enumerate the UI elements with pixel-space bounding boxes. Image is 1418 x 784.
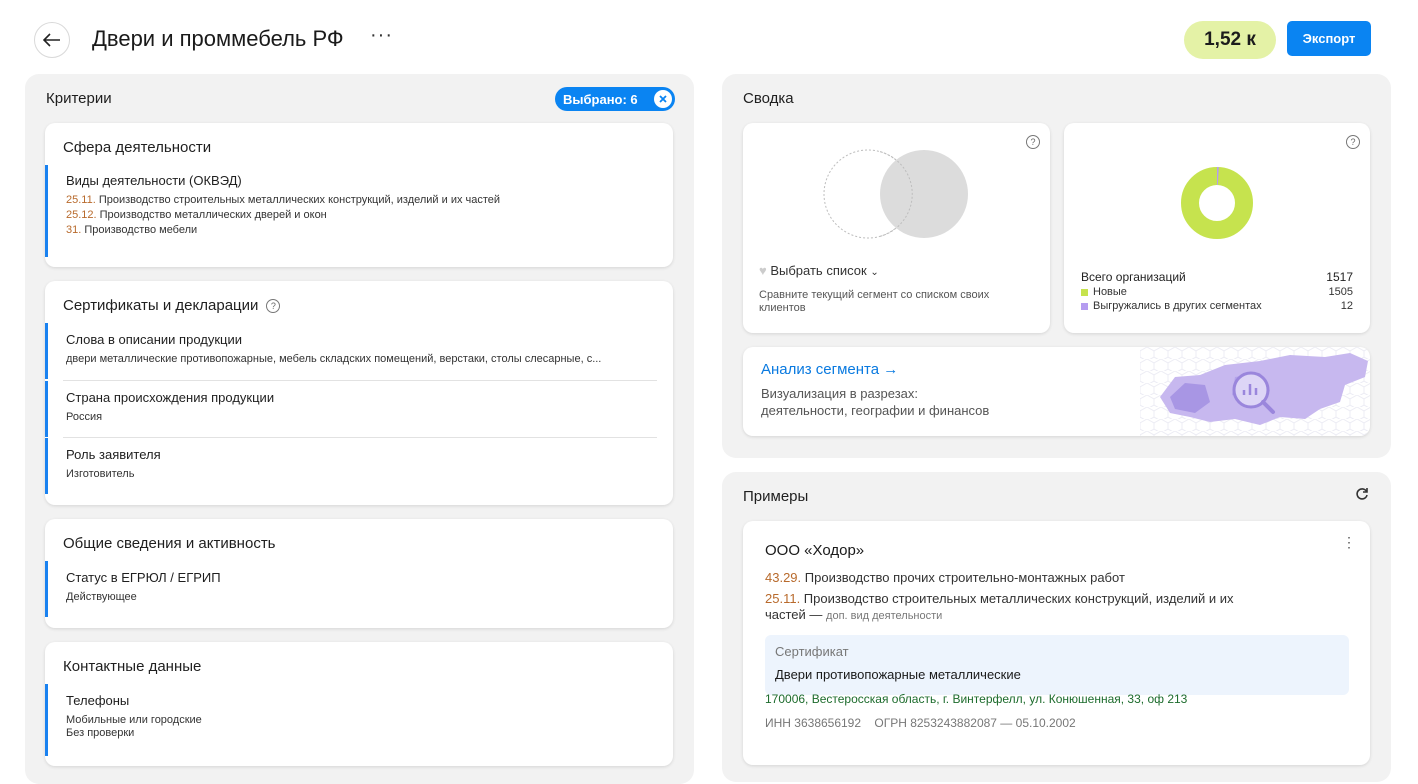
criteria-item-product-words[interactable]: Слова в описании продукции двери металли… <box>45 323 657 379</box>
legend-dot <box>1081 288 1088 296</box>
criteria-item-value: Россия <box>66 411 103 423</box>
venn-diagram-icon <box>823 149 968 239</box>
clear-selection-button[interactable] <box>654 90 672 108</box>
back-button[interactable] <box>34 22 70 58</box>
organizations-card: ? Всего организаций 1517 Новые 1505 Выгр… <box>1064 123 1370 333</box>
page-header: Двери и проммебель РФ ··· 1,52 к Экспорт <box>0 0 1418 74</box>
section-title: Общие сведения и активность <box>63 535 276 552</box>
criteria-item-status[interactable]: Статус в ЕГРЮЛ / ЕГРИП Действующее <box>45 561 657 617</box>
compare-card: ? ♥ Выбрать список ⌄ Сравните текущий се… <box>743 123 1050 333</box>
criteria-item-value: Изготовитель <box>66 468 135 480</box>
total-row: Всего организаций 1517 <box>1081 270 1353 284</box>
segment-analysis-card[interactable]: Анализ сегмента → Визуализация в разреза… <box>743 347 1370 436</box>
new-row: Новые 1505 <box>1081 286 1353 298</box>
legend-dot <box>1081 302 1088 310</box>
criteria-title: Критерии <box>46 90 112 107</box>
criteria-item-name: Страна происхождения продукции <box>66 390 275 405</box>
okved-line: 25.11. Производство строительных металли… <box>66 194 501 206</box>
company-inn: ИНН 3638656192 <box>765 716 862 730</box>
segment-analysis-description: Визуализация в разрезах: деятельности, г… <box>761 386 990 418</box>
company-ogrn: ОГРН 8253243882087 — 05.10.2002 <box>874 716 1076 730</box>
select-list-label: Выбрать список <box>770 263 867 278</box>
new-value: 1505 <box>1328 286 1353 298</box>
exported-row: Выгружались в других сегментах 12 <box>1081 300 1353 312</box>
criteria-card-contacts[interactable]: Контактные данные Телефоны Мобильные или… <box>45 642 673 766</box>
exported-value: 12 <box>1340 300 1353 312</box>
total-label: Всего организаций <box>1081 270 1186 284</box>
criteria-item-value: Действующее <box>66 591 137 603</box>
exported-label: Выгружались в других сегментах <box>1093 300 1262 312</box>
criteria-card-certificates[interactable]: Сертификаты и декларации? Слова в описан… <box>45 281 673 505</box>
criteria-item-name: Статус в ЕГРЮЛ / ЕГРИП <box>66 570 221 585</box>
criteria-item-value: двери металлические противопожарные, меб… <box>66 353 602 365</box>
criteria-item-applicant-role[interactable]: Роль заявителя Изготовитель <box>45 438 657 494</box>
selected-count-pill[interactable]: Выбрано: 6 <box>555 87 675 111</box>
criteria-item-name: Роль заявителя <box>66 447 161 462</box>
segment-count-badge: 1,52 к <box>1184 21 1276 59</box>
organizations-donut-chart <box>1181 167 1253 239</box>
criteria-card-activity[interactable]: Сфера деятельности Виды деятельности (ОК… <box>45 123 673 267</box>
examples-title: Примеры <box>743 488 809 505</box>
chevron-down-icon: ⌄ <box>870 267 879 278</box>
help-icon[interactable]: ? <box>1026 135 1040 149</box>
section-title: Сфера деятельности <box>63 139 212 156</box>
criteria-item-name: Слова в описании продукции <box>66 332 243 347</box>
refresh-icon <box>1356 488 1368 500</box>
select-list-dropdown[interactable]: ♥ Выбрать список ⌄ <box>759 263 879 278</box>
certificate-block: Сертификат Двери противопожарные металли… <box>765 635 1349 695</box>
company-name[interactable]: ООО «Ходор» <box>765 542 864 559</box>
summary-title: Сводка <box>743 90 794 107</box>
compare-description: Сравните текущий сегмент со списком свои… <box>759 289 990 314</box>
okved-line: 31. Производство мебели <box>66 224 198 236</box>
help-icon[interactable]: ? <box>266 299 281 314</box>
selected-count-label: Выбрано: 6 <box>563 91 638 107</box>
certificate-label: Сертификат <box>775 644 849 659</box>
section-title: Сертификаты и декларации? <box>63 297 281 314</box>
segment-analysis-link[interactable]: Анализ сегмента → <box>761 361 898 378</box>
company-identifiers: ИНН 3638656192 ОГРН 8253243882087 — 05.1… <box>765 716 1076 730</box>
criteria-item-origin-country[interactable]: Страна происхождения продукции Россия <box>45 381 657 437</box>
criteria-item-phones[interactable]: Телефоны Мобильные или городские Без про… <box>45 684 657 756</box>
criteria-item-value: Без проверки <box>66 727 135 739</box>
company-activity-main: 43.29. Производство прочих строительно-м… <box>765 570 1125 585</box>
help-icon[interactable]: ? <box>1346 135 1360 149</box>
russia-map-illustration <box>1140 347 1370 436</box>
company-activity-extra: 25.11. Производство строительных металли… <box>765 591 1234 622</box>
criteria-item-name: Телефоны <box>66 693 130 708</box>
criteria-item-okved[interactable]: Виды деятельности (ОКВЭД) 25.11. Произво… <box>45 165 657 257</box>
page-title: Двери и проммебель РФ <box>92 26 344 51</box>
more-menu-button[interactable]: ··· <box>370 24 393 47</box>
company-card[interactable]: ООО «Ходор» ⋮ 43.29. Производство прочих… <box>743 521 1370 765</box>
new-label: Новые <box>1093 286 1127 298</box>
arrow-left-icon <box>43 33 60 47</box>
section-title: Контактные данные <box>63 658 202 675</box>
criteria-item-name: Виды деятельности (ОКВЭД) <box>66 173 242 188</box>
certificate-value: Двери противопожарные металлические <box>775 667 1021 682</box>
close-icon <box>659 95 667 103</box>
criteria-item-value: Мобильные или городские <box>66 714 202 726</box>
heart-icon: ♥ <box>759 263 767 278</box>
company-address: 170006, Вестеросская область, г. Винтерф… <box>765 692 1188 706</box>
total-value: 1517 <box>1326 270 1353 284</box>
refresh-button[interactable] <box>1355 487 1369 506</box>
organizations-legend: Всего организаций 1517 Новые 1505 Выгруж… <box>1081 270 1353 312</box>
company-more-button[interactable]: ⋮ <box>1342 535 1356 549</box>
criteria-card-general[interactable]: Общие сведения и активность Статус в ЕГР… <box>45 519 673 628</box>
export-button[interactable]: Экспорт <box>1287 21 1371 56</box>
okved-line: 25.12. Производство металлических дверей… <box>66 209 327 221</box>
